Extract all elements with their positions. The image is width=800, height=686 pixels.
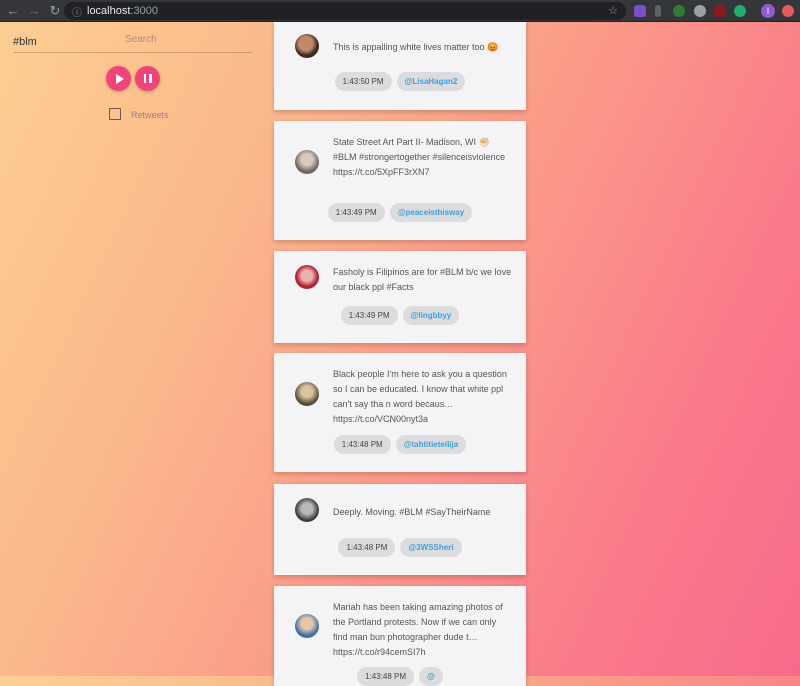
- tweet-meta: 1:43:48 PM @tahtitieteilija: [274, 435, 526, 454]
- back-icon[interactable]: ←: [5, 3, 21, 19]
- extension-icon[interactable]: [734, 5, 746, 17]
- tweet-username[interactable]: @peaceisthisway: [389, 203, 473, 222]
- tweet-username[interactable]: @LisaHagan2: [396, 72, 466, 91]
- ublock-icon[interactable]: [714, 5, 726, 17]
- url-host: localhost: [87, 5, 131, 17]
- extension-icon[interactable]: [673, 5, 685, 17]
- browser-toolbar: ← → ↻ ⓘ localhost:3000 ☆ I: [0, 0, 800, 22]
- tweet-time: 1:43:49 PM: [340, 306, 398, 325]
- tweet-username[interactable]: @lingbbyy: [402, 306, 460, 325]
- tweet-card: Fasholy is Filipinos are for #BLM b/c we…: [274, 251, 526, 343]
- tweet-time: 1:43:49 PM: [327, 203, 385, 222]
- tweet-username[interactable]: @tahtitieteilija: [395, 435, 467, 454]
- tweet-text: Fasholy is Filipinos are for #BLM b/c we…: [333, 267, 512, 292]
- avatar: [295, 382, 319, 406]
- tweet-username[interactable]: @: [419, 667, 443, 686]
- url-port: :3000: [130, 5, 158, 17]
- pause-button[interactable]: [135, 66, 160, 91]
- tweet-card: Deeply. Moving. #BLM #SayTheirName 1:43:…: [274, 484, 526, 575]
- extension-icon[interactable]: [782, 5, 794, 17]
- tweet-text: Mariah has been taking amazing photos of…: [333, 602, 503, 657]
- avatar: [295, 265, 319, 289]
- tweet-text: State Street Art Part II- Madison, WI ✊🏻…: [333, 137, 506, 177]
- retweets-label: Retweets: [131, 110, 169, 120]
- tweet-time: 1:43:48 PM: [333, 435, 391, 454]
- avatar: [295, 498, 319, 522]
- search-field: Search: [13, 32, 252, 53]
- tweet-card: Black people I'm here to ask you a quest…: [274, 353, 526, 472]
- tweet-text: Deeply. Moving. #BLM #SayTheirName: [333, 507, 491, 517]
- tweet-card: Mariah has been taking amazing photos of…: [274, 586, 526, 686]
- tweet-meta: 1:43:50 PM @LisaHagan2: [274, 72, 526, 91]
- tweet-meta: 1:43:48 PM @: [274, 667, 526, 686]
- search-label: Search: [125, 34, 157, 45]
- info-icon: ⓘ: [72, 7, 82, 19]
- tweet-card: This is appalling white lives matter too…: [274, 22, 526, 110]
- tweet-card: State Street Art Part II- Madison, WI ✊🏻…: [274, 121, 526, 240]
- tweet-time: 1:43:50 PM: [334, 72, 392, 91]
- extension-icon[interactable]: [694, 5, 706, 17]
- play-icon: [115, 73, 124, 84]
- forward-icon[interactable]: →: [26, 3, 42, 19]
- tweet-text: This is appalling white lives matter too…: [333, 42, 499, 52]
- tweet-meta: 1:43:49 PM @peaceisthisway: [274, 203, 526, 222]
- tweet-meta: 1:43:49 PM @lingbbyy: [274, 306, 526, 325]
- bookmark-star-icon[interactable]: ☆: [608, 4, 618, 17]
- extension-icon[interactable]: [634, 5, 646, 17]
- tweet-meta: 1:43:48 PM @3WSSheri: [274, 538, 526, 557]
- avatar: [295, 614, 319, 638]
- avatar: [295, 34, 319, 58]
- tweet-time: 1:43:48 PM: [357, 667, 415, 686]
- profile-avatar[interactable]: I: [761, 4, 775, 18]
- retweets-checkbox[interactable]: [109, 108, 121, 120]
- pause-icon: [143, 74, 152, 83]
- tweet-text: Black people I'm here to ask you a quest…: [333, 369, 507, 424]
- extension-icon[interactable]: [655, 5, 661, 17]
- avatar: [295, 150, 319, 174]
- reload-icon[interactable]: ↻: [47, 3, 63, 19]
- address-bar[interactable]: ⓘ localhost:3000 ☆: [64, 2, 626, 20]
- tweet-time: 1:43:48 PM: [338, 538, 396, 557]
- tweet-username[interactable]: @3WSSheri: [400, 538, 462, 557]
- play-button[interactable]: [106, 66, 131, 91]
